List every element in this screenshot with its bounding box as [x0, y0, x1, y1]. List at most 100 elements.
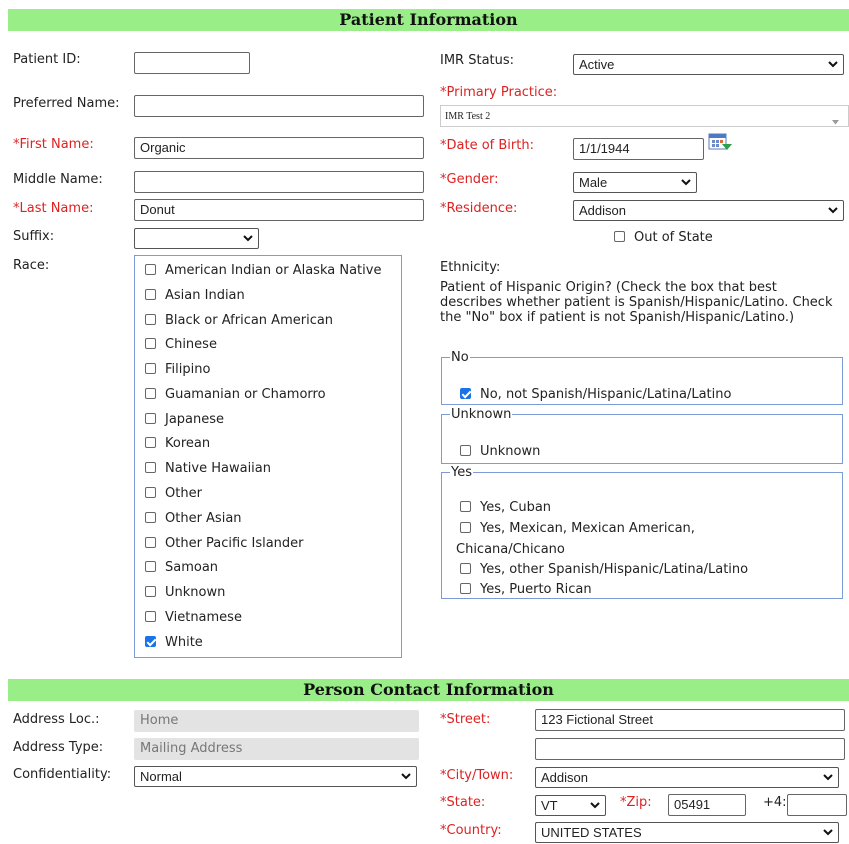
ethnicity-label: Ethnicity: — [440, 260, 501, 275]
gender-label: *Gender: — [440, 172, 499, 187]
race-option-label: Japanese — [165, 412, 225, 427]
middle-name-input[interactable] — [134, 171, 424, 193]
ethnicity-option[interactable]: Yes, Puerto Rican — [460, 582, 592, 597]
out-of-state-option[interactable]: Out of State — [614, 230, 713, 245]
race-option[interactable]: Black or African American — [145, 313, 333, 328]
preferred-name-input[interactable] — [134, 95, 424, 117]
race-option[interactable]: Unknown — [145, 585, 225, 600]
imr-status-select[interactable]: Active — [573, 54, 844, 75]
checkbox[interactable] — [145, 561, 156, 572]
chevron-down-icon — [590, 801, 600, 809]
race-option-label: Other — [165, 486, 202, 501]
patient-id-input[interactable] — [134, 52, 250, 74]
race-option[interactable]: White — [145, 635, 203, 650]
date-of-birth-input[interactable]: 1/1/1944 — [573, 138, 704, 160]
chevron-down-icon — [243, 234, 253, 242]
checkbox[interactable] — [145, 264, 156, 275]
race-option[interactable]: Japanese — [145, 412, 224, 427]
checkbox[interactable] — [145, 487, 156, 498]
residence-select[interactable]: Addison — [573, 200, 844, 221]
gender-select[interactable]: Male — [573, 172, 697, 193]
country-select[interactable]: UNITED STATES — [535, 822, 839, 843]
ethnicity-option-label: Yes, other Spanish/Hispanic/Latina/Latin… — [480, 562, 749, 577]
race-option[interactable]: Other Pacific Islander — [145, 536, 304, 551]
calendar-icon[interactable] — [708, 131, 734, 157]
ethnicity-option[interactable]: Yes, Mexican, Mexican American, — [460, 521, 695, 536]
group-legend: Yes — [451, 465, 472, 480]
checkbox[interactable] — [460, 522, 471, 533]
address-type-field: Mailing Address — [134, 738, 419, 760]
patient-information-header: Patient Information — [8, 9, 849, 31]
first-name-input[interactable]: Organic — [134, 137, 424, 159]
city-select[interactable]: Addison — [535, 767, 839, 788]
race-option[interactable]: Chinese — [145, 337, 217, 352]
checkbox[interactable] — [145, 338, 156, 349]
primary-practice-select[interactable]: IMR Test 2 — [440, 105, 849, 127]
race-option[interactable]: Filipino — [145, 362, 210, 377]
chevron-down-icon — [823, 773, 833, 781]
checkbox[interactable] — [460, 445, 471, 456]
race-option[interactable]: Samoan — [145, 560, 218, 575]
ethnicity-option-label: Yes, Cuban — [480, 500, 552, 515]
ethnicity-option-label: Yes, Puerto Rican — [480, 582, 592, 597]
zip-plus4-input[interactable] — [787, 794, 847, 816]
ethnicity-option[interactable]: No, not Spanish/Hispanic/Latina/Latino — [460, 387, 731, 402]
checkbox-checked[interactable] — [460, 388, 471, 399]
first-name-label: *First Name: — [13, 137, 94, 152]
zip-plus4-label: +4: — [763, 795, 787, 810]
gender-value: Male — [579, 175, 608, 190]
race-option-label: Native Hawaiian — [165, 461, 271, 476]
checkbox[interactable] — [145, 314, 156, 325]
checkbox[interactable] — [145, 388, 156, 399]
checkbox[interactable] — [145, 586, 156, 597]
checkbox[interactable] — [145, 537, 156, 548]
checkbox[interactable] — [145, 289, 156, 300]
last-name-input[interactable]: Donut — [134, 199, 424, 221]
street-input[interactable]: 123 Fictional Street — [535, 709, 845, 731]
residence-label: *Residence: — [440, 201, 518, 216]
caret-down-icon — [832, 114, 839, 129]
checkbox[interactable] — [145, 363, 156, 374]
race-option[interactable]: Vietnamese — [145, 610, 242, 625]
race-option[interactable]: Korean — [145, 436, 210, 451]
checkbox[interactable] — [460, 501, 471, 512]
ethnicity-option[interactable]: Yes, other Spanish/Hispanic/Latina/Latin… — [460, 562, 748, 577]
street-line2-input[interactable] — [535, 738, 845, 760]
suffix-label: Suffix: — [13, 229, 55, 244]
state-select[interactable]: VT — [535, 795, 606, 816]
race-option-label: White — [165, 635, 203, 650]
contact-information-header: Person Contact Information — [8, 679, 849, 701]
race-option[interactable]: American Indian or Alaska Native — [145, 263, 381, 278]
ethnicity-option[interactable]: Yes, Cuban — [460, 500, 551, 515]
preferred-name-label: Preferred Name: — [13, 96, 120, 111]
race-option[interactable]: Native Hawaiian — [145, 461, 271, 476]
checkbox[interactable] — [145, 462, 156, 473]
checkbox[interactable] — [614, 231, 625, 242]
race-option-label: Black or African American — [165, 313, 334, 328]
checkbox[interactable] — [145, 512, 156, 523]
race-option[interactable]: Asian Indian — [145, 288, 245, 303]
ethnicity-description: Patient of Hispanic Origin? (Check the b… — [440, 280, 833, 325]
checkbox[interactable] — [460, 583, 471, 594]
checkbox[interactable] — [145, 413, 156, 424]
patient-id-label: Patient ID: — [13, 52, 81, 67]
chevron-down-icon — [681, 178, 691, 186]
race-option[interactable]: Guamanian or Chamorro — [145, 387, 326, 402]
confidentiality-select[interactable]: Normal — [134, 766, 417, 787]
suffix-select[interactable] — [134, 228, 259, 249]
checkbox[interactable] — [460, 563, 471, 574]
checkbox-checked[interactable] — [145, 636, 156, 647]
race-option[interactable]: Other Asian — [145, 511, 242, 526]
race-option[interactable]: Other — [145, 486, 202, 501]
checkbox[interactable] — [145, 437, 156, 448]
race-option-label: Asian Indian — [165, 288, 245, 303]
race-option-label: American Indian or Alaska Native — [165, 263, 382, 278]
imr-status-label: IMR Status: — [440, 53, 515, 68]
checkbox[interactable] — [145, 611, 156, 622]
out-of-state-label: Out of State — [634, 230, 713, 245]
ethnicity-option[interactable]: Unknown — [460, 444, 540, 459]
street-label: *Street: — [440, 712, 491, 727]
race-checkbox-list: American Indian or Alaska Native Asian I… — [134, 255, 402, 658]
race-option-label: Chinese — [165, 337, 217, 352]
zip-input[interactable]: 05491 — [668, 794, 746, 816]
